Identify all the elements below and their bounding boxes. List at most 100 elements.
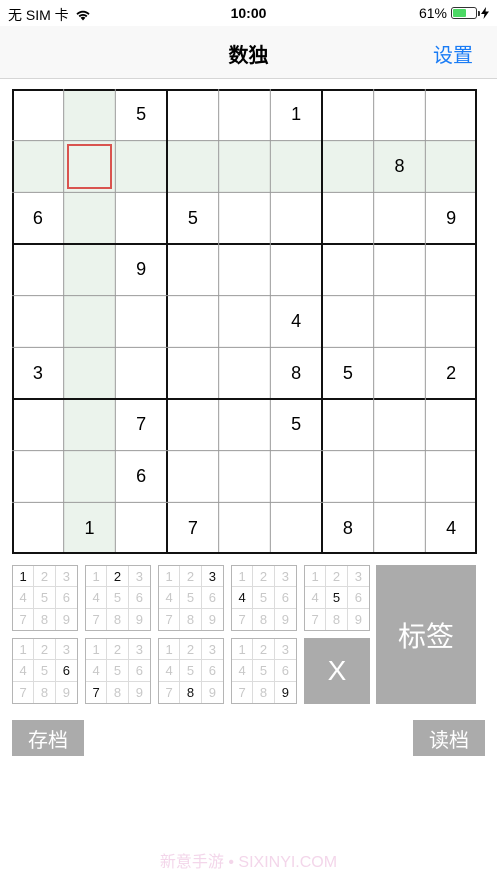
pad-digit: 4 (159, 660, 181, 682)
pad-digit: 9 (281, 611, 289, 627)
pad-digit: 6 (55, 660, 77, 682)
pad-digit: 4 (86, 587, 108, 609)
pad-digit: 1 (232, 639, 254, 661)
pad-digit: 6 (128, 587, 150, 609)
pad-digit: 4 (159, 587, 181, 609)
pad-digit: 1 (86, 566, 108, 588)
pad-digit: 4 (232, 660, 254, 682)
pad-digit: 3 (128, 566, 150, 588)
pad-digit: 8 (253, 681, 275, 703)
pad-digit: 3 (347, 566, 369, 588)
clear-button[interactable]: X (304, 638, 370, 704)
pad-digit: 8 (180, 681, 202, 703)
mark-button[interactable]: 标签 (376, 565, 476, 704)
pad-digit: 4 (232, 587, 254, 609)
pad-digit: 2 (107, 639, 129, 661)
pad-digit: 4 (13, 587, 35, 609)
pad-digit: 9 (62, 684, 70, 700)
pad-digit: 7 (13, 608, 35, 630)
battery-fill (453, 9, 467, 17)
pad-digit: 7 (232, 681, 254, 703)
pad-digit: 9 (135, 611, 143, 627)
pad-digit: 2 (180, 566, 202, 588)
pad-digit: 6 (55, 587, 77, 609)
pad-digit: 2 (326, 566, 348, 588)
pad-digit: 1 (159, 639, 181, 661)
pad-digit: 8 (326, 608, 348, 630)
save-button[interactable]: 存档 (12, 720, 84, 756)
pad-digit: 2 (107, 566, 129, 588)
pad-digit: 4 (86, 660, 108, 682)
pad-digit: 7 (159, 608, 181, 630)
number-pad-1[interactable]: 123456789 (12, 565, 78, 631)
pad-digit: 6 (274, 660, 296, 682)
pad-digit: 1 (159, 566, 181, 588)
pad-digit: 7 (86, 681, 108, 703)
pad-digit: 8 (107, 608, 129, 630)
pad-digit: 5 (253, 660, 275, 682)
pad-digit: 9 (354, 611, 362, 627)
pad-digit: 1 (232, 566, 254, 588)
pad-digit: 1 (13, 639, 35, 661)
pad-digit: 9 (135, 684, 143, 700)
pad-digit: 6 (274, 587, 296, 609)
pad-digit: 9 (208, 684, 216, 700)
pad-digit: 5 (34, 587, 56, 609)
pad-digit: 2 (253, 639, 275, 661)
battery-percent: 61% (418, 5, 447, 21)
pad-digit: 1 (13, 566, 35, 588)
battery-icon (451, 7, 480, 19)
pad-digit: 1 (305, 566, 327, 588)
number-pad-3[interactable]: 123456789 (158, 565, 224, 631)
charging-bolt-icon (481, 7, 489, 19)
pad-digit: 6 (128, 660, 150, 682)
pad-digit: 3 (274, 566, 296, 588)
number-pad-9[interactable]: 123456789 (231, 638, 297, 704)
number-pad-8[interactable]: 123456789 (158, 638, 224, 704)
pad-digit: 6 (201, 660, 223, 682)
pad-digit: 2 (253, 566, 275, 588)
pad-digit: 8 (253, 608, 275, 630)
pad-digit: 7 (86, 608, 108, 630)
number-pad-7[interactable]: 123456789 (85, 638, 151, 704)
pad-digit: 8 (34, 608, 56, 630)
load-button[interactable]: 读档 (413, 720, 485, 756)
pad-digit: 2 (34, 566, 56, 588)
pad-digit: 3 (201, 566, 223, 588)
pad-digit: 9 (208, 611, 216, 627)
pad-digit: 3 (201, 639, 223, 661)
pad-digit: 8 (107, 681, 129, 703)
settings-button[interactable]: 设置 (433, 39, 473, 68)
pad-digit: 4 (305, 587, 327, 609)
number-pad-2[interactable]: 123456789 (85, 565, 151, 631)
number-pad-5[interactable]: 123456789 (304, 565, 370, 631)
pad-digit: 8 (34, 681, 56, 703)
pad-digit: 9 (62, 611, 70, 627)
pad-digit: 3 (55, 566, 77, 588)
pad-digit: 7 (159, 681, 181, 703)
pad-digit: 7 (13, 681, 35, 703)
pad-digit: 5 (107, 587, 129, 609)
pad-digit: 7 (305, 608, 327, 630)
pad-digit: 4 (13, 660, 35, 682)
pad-digit: 3 (128, 639, 150, 661)
pad-digit: 5 (326, 587, 348, 609)
status-bar: 无 SIM 卡 10:00 61% (0, 0, 497, 26)
pad-digit: 5 (253, 587, 275, 609)
number-pad-4[interactable]: 123456789 (231, 565, 297, 631)
pad-digit: 5 (107, 660, 129, 682)
pad-digit: 6 (201, 587, 223, 609)
sudoku-board: 5186599438527561784 (12, 89, 477, 554)
pad-digit: 3 (55, 639, 77, 661)
pad-digit: 6 (347, 587, 369, 609)
number-pad-6[interactable]: 123456789 (12, 638, 78, 704)
pad-digit: 5 (180, 587, 202, 609)
pad-digit: 5 (180, 660, 202, 682)
watermark: 新意手游 • SIXINYI.COM (159, 854, 338, 871)
pad-digit: 5 (34, 660, 56, 682)
pad-digit: 2 (34, 639, 56, 661)
pad-digit: 2 (180, 639, 202, 661)
pad-digit: 1 (86, 639, 108, 661)
pad-digit: 8 (180, 608, 202, 630)
nav-bar: 数独 设置 (0, 26, 497, 79)
